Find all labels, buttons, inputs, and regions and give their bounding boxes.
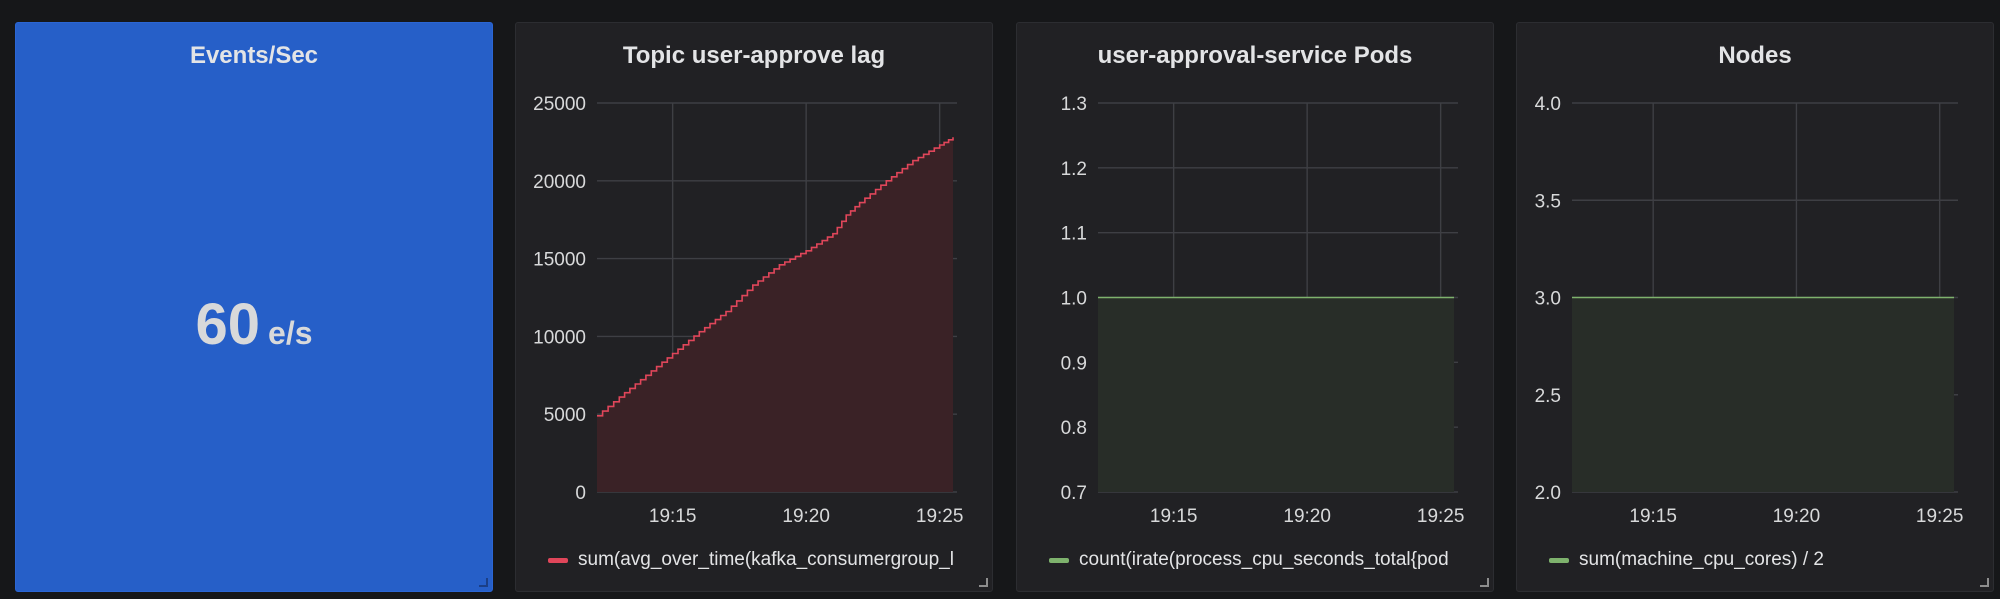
y-tick-label: 0.9 — [1061, 353, 1087, 374]
resize-handle-icon[interactable] — [479, 578, 488, 587]
series-area — [597, 137, 953, 492]
y-tick-label: 1.2 — [1061, 159, 1087, 180]
legend-series-label[interactable]: sum(machine_cpu_cores) / 2 — [1579, 549, 1824, 571]
x-tick-label: 19:15 — [649, 506, 697, 527]
topic-lag-panel[interactable]: Topic user-approve lag 0 5000 10000 15000 20… — [515, 22, 993, 592]
y-tick-label: 3.5 — [1535, 191, 1561, 212]
y-tick-label: 15000 — [533, 250, 586, 271]
y-tick-label: 1.3 — [1061, 94, 1087, 115]
x-tick-label: 19:20 — [1773, 506, 1821, 527]
legend-swatch — [1549, 557, 1569, 563]
x-tick-label: 19:15 — [1150, 506, 1198, 527]
series-area — [1572, 297, 1954, 492]
graph-legend: sum(avg_over_time(kafka_consumergroup_l — [548, 549, 968, 571]
stat-number: 60 — [195, 292, 261, 357]
y-tick-label: 4.0 — [1535, 94, 1561, 115]
lag-graph[interactable]: 0 5000 10000 15000 20000 25000 19:15 19:20 19:25 — [516, 23, 994, 593]
y-tick-label: 0.8 — [1061, 418, 1087, 439]
x-tick-label: 19:25 — [1417, 506, 1465, 527]
stat-value: 60 e/s — [16, 291, 492, 358]
y-tick-label: 5000 — [544, 405, 586, 426]
legend-series-label[interactable]: count(irate(process_cpu_seconds_total{po… — [1079, 549, 1449, 571]
y-tick-label: 20000 — [533, 172, 586, 193]
resize-handle-icon[interactable] — [1480, 578, 1489, 587]
x-tick-label: 19:25 — [1916, 506, 1964, 527]
y-tick-label: 1.1 — [1061, 224, 1087, 245]
pods-graph[interactable]: 0.7 0.8 0.9 1.0 1.1 1.2 1.3 19:15 19:20 19:25 — [1017, 23, 1495, 593]
graph-legend: count(irate(process_cpu_seconds_total{po… — [1049, 549, 1469, 571]
x-tick-label: 19:20 — [782, 506, 830, 527]
y-tick-label: 0 — [575, 483, 586, 504]
graph-legend: sum(machine_cpu_cores) / 2 — [1549, 549, 1969, 571]
legend-series-label[interactable]: sum(avg_over_time(kafka_consumergroup_l — [578, 549, 954, 571]
y-tick-label: 1.0 — [1061, 289, 1087, 310]
resize-handle-icon[interactable] — [979, 578, 988, 587]
y-tick-label: 10000 — [533, 327, 586, 348]
y-tick-label: 0.7 — [1061, 483, 1087, 504]
x-tick-label: 19:25 — [916, 506, 964, 527]
nodes-graph[interactable]: 2.0 2.5 3.0 3.5 4.0 19:15 19:20 19:25 — [1517, 23, 1995, 593]
pods-panel[interactable]: user-approval-service Pods 0.7 0.8 0.9 1.0 1… — [1016, 22, 1494, 592]
y-tick-label: 2.0 — [1535, 483, 1561, 504]
x-tick-label: 19:15 — [1629, 506, 1677, 527]
nodes-panel[interactable]: Nodes 2.0 2.5 3.0 3.5 4.0 19:15 19:20 19:25 sum… — [1516, 22, 1994, 592]
series-area — [1098, 297, 1454, 492]
y-tick-label: 2.5 — [1535, 386, 1561, 407]
stat-unit: e/s — [268, 315, 313, 351]
panel-title[interactable]: Events/Sec — [16, 33, 492, 79]
x-tick-label: 19:20 — [1283, 506, 1331, 527]
y-tick-label: 25000 — [533, 94, 586, 115]
resize-handle-icon[interactable] — [1980, 578, 1989, 587]
legend-swatch — [548, 557, 568, 563]
y-tick-label: 3.0 — [1535, 289, 1561, 310]
legend-swatch — [1049, 557, 1069, 563]
events-per-sec-panel[interactable]: Events/Sec 60 e/s — [15, 22, 493, 592]
